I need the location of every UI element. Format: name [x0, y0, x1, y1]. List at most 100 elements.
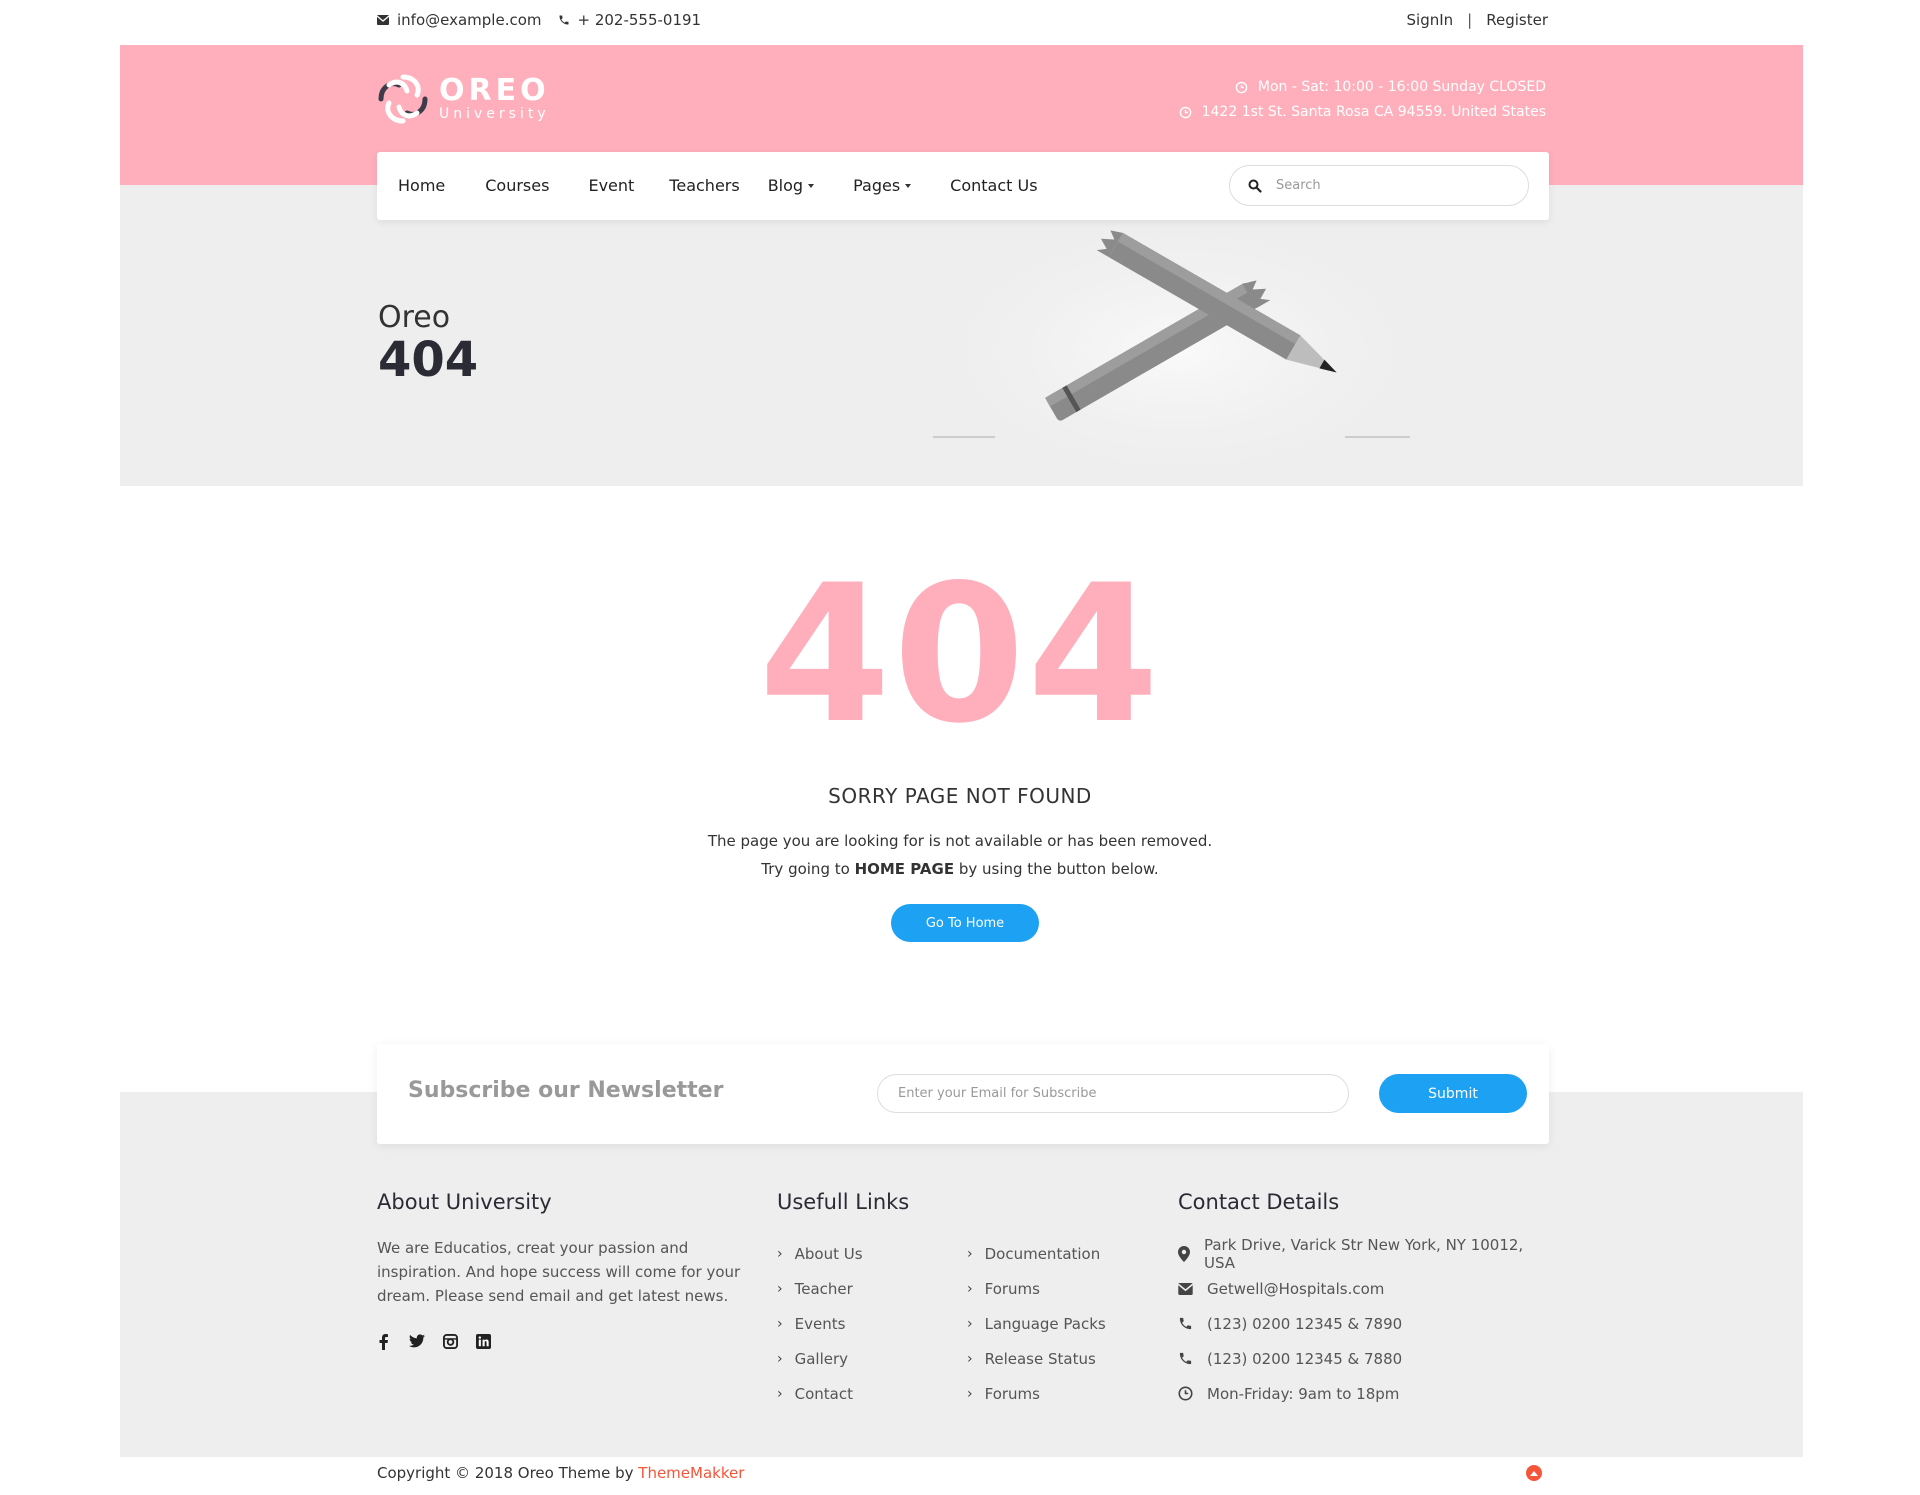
logo-subtitle: University	[439, 106, 550, 122]
error-line-2-post: by using the button below.	[958, 860, 1159, 878]
search-input[interactable]	[1276, 178, 1496, 193]
footer-link-teacher[interactable]: › Teacher	[777, 1271, 967, 1306]
footer-about: About University We are Educatios, creat…	[377, 1190, 757, 1350]
contact-phone-2-text: (123) 0200 12345 & 7880	[1207, 1349, 1403, 1368]
top-phone[interactable]: + 202-555-0191	[558, 11, 702, 29]
copyright-text: Copyright © 2018 Oreo Theme by	[377, 1464, 634, 1482]
hero-title: Oreo 404	[378, 300, 479, 388]
linkedin-icon[interactable]	[476, 1334, 491, 1349]
nav-items: Home Courses Event Teachers Blog Pages C…	[398, 176, 1038, 195]
contact-address-text: Park Drive, Varick Str New York, NY 1001…	[1203, 1235, 1524, 1272]
footer-link-label: Documentation	[984, 1244, 1101, 1263]
search-icon[interactable]	[1248, 179, 1262, 193]
footer-link-gallery[interactable]: › Gallery	[777, 1341, 967, 1376]
hero-subtitle-text: 404	[378, 332, 479, 388]
error-line-2: Try going to HOME PAGE by using the butt…	[0, 855, 1920, 883]
footer-link-language-packs[interactable]: › Language Packs	[967, 1306, 1157, 1341]
logo[interactable]: OREO University	[377, 73, 550, 125]
phone-icon	[1179, 1352, 1192, 1365]
mail-icon	[1178, 1282, 1193, 1295]
auth-links: SignIn | Register	[1407, 11, 1548, 29]
contact-phone-1[interactable]: (123) 0200 12345 & 7890	[1178, 1306, 1558, 1341]
footer-link-forums[interactable]: › Forums	[967, 1271, 1157, 1306]
error-heading: SORRY PAGE NOT FOUND	[828, 784, 1092, 808]
go-to-home-button[interactable]: Go To Home	[891, 904, 1039, 942]
newsletter-submit-button[interactable]: Submit	[1379, 1074, 1527, 1113]
header-address: 1422 1st St. Santa Rosa CA 94559. United…	[1179, 100, 1546, 125]
nav-item-home[interactable]: Home	[398, 176, 445, 195]
contact-email-text: Getwell@Hospitals.com	[1207, 1279, 1385, 1298]
header-info: Mon - Sat: 10:00 - 16:00 Sunday CLOSED 1…	[1179, 75, 1546, 125]
top-email-text: info@example.com	[397, 11, 542, 29]
footer-link-label: Release Status	[984, 1349, 1096, 1368]
top-email[interactable]: info@example.com	[377, 11, 542, 29]
footer-links: Usefull Links › About Us › Teacher › Events…	[777, 1190, 1157, 1411]
chevron-right-icon: ›	[967, 1315, 973, 1332]
opening-hours: Mon - Sat: 10:00 - 16:00 Sunday CLOSED	[1179, 75, 1546, 100]
logo-icon	[378, 74, 428, 124]
chevron-right-icon: ›	[967, 1385, 973, 1402]
footer-link-label: Language Packs	[984, 1314, 1106, 1333]
about-text: We are Educatios, creat your passion and…	[377, 1239, 741, 1305]
chevron-right-icon: ›	[967, 1245, 973, 1262]
nav-item-courses[interactable]: Courses	[485, 176, 549, 195]
nav-item-pages[interactable]: Pages	[853, 176, 912, 195]
contact-email[interactable]: Getwell@Hospitals.com	[1178, 1271, 1558, 1306]
error-line-2-pre: Try going to	[761, 860, 850, 878]
footer-link-label: Gallery	[794, 1349, 849, 1368]
contact-phone-2[interactable]: (123) 0200 12345 & 7880	[1178, 1341, 1558, 1376]
footer-contact: Contact Details Park Drive, Varick Str N…	[1178, 1190, 1558, 1411]
social-links	[377, 1334, 757, 1350]
auth-separator: |	[1467, 11, 1473, 29]
chevron-right-icon: ›	[777, 1385, 783, 1402]
signin-link[interactable]: SignIn	[1407, 11, 1454, 29]
chevron-right-icon: ›	[777, 1280, 783, 1297]
chevron-right-icon: ›	[777, 1245, 783, 1262]
twitter-icon[interactable]	[409, 1334, 425, 1348]
chevron-right-icon: ›	[777, 1315, 783, 1332]
footer-link-label: Forums	[984, 1279, 1040, 1298]
links-column-1: › About Us › Teacher › Events › Gallery › Con…	[777, 1236, 967, 1411]
footer-link-documentation[interactable]: › Documentation	[967, 1236, 1157, 1271]
home-page-emphasis: HOME PAGE	[854, 860, 955, 878]
chevron-right-icon: ›	[967, 1350, 973, 1367]
clock-icon	[1235, 81, 1248, 94]
footer-link-label: Events	[794, 1314, 846, 1333]
newsletter-email-input[interactable]	[877, 1074, 1349, 1113]
footer-link-events[interactable]: › Events	[777, 1306, 967, 1341]
phone-icon	[559, 15, 568, 25]
contact-address: Park Drive, Varick Str New York, NY 1001…	[1178, 1235, 1558, 1272]
contact-phone-1-text: (123) 0200 12345 & 7890	[1207, 1314, 1403, 1333]
nav-item-pages-label: Pages	[853, 176, 901, 195]
footer-link-forums-2[interactable]: › Forums	[967, 1376, 1157, 1411]
clock-icon	[1178, 1386, 1193, 1401]
facebook-icon[interactable]	[377, 1334, 391, 1350]
map-pin-icon	[1178, 1245, 1190, 1262]
nav-item-blog[interactable]: Blog	[768, 176, 815, 195]
arrow-up-icon	[1530, 1471, 1538, 1476]
nav-item-event[interactable]: Event	[588, 176, 634, 195]
top-phone-text: + 202-555-0191	[577, 11, 702, 29]
nav-item-contact[interactable]: Contact Us	[950, 176, 1037, 195]
caret-down-icon	[808, 183, 815, 188]
footer-link-release-status[interactable]: › Release Status	[967, 1341, 1157, 1376]
broken-pencil-illustration	[900, 200, 1460, 486]
links-column-2: › Documentation › Forums › Language Packs ›…	[967, 1236, 1157, 1411]
top-contact: info@example.com + 202-555-0191	[377, 11, 701, 29]
error-code: 404	[758, 544, 1162, 765]
error-description: The page you are looking for is not avai…	[0, 827, 1920, 883]
nav-item-teachers[interactable]: Teachers	[669, 176, 739, 195]
footer-link-label: Teacher	[794, 1279, 853, 1298]
main-navigation: Home Courses Event Teachers Blog Pages C…	[377, 152, 1549, 220]
register-link[interactable]: Register	[1486, 11, 1548, 29]
newsletter-title: Subscribe our Newsletter	[408, 1078, 724, 1103]
instagram-icon[interactable]	[443, 1334, 458, 1349]
back-to-top-button[interactable]	[1526, 1465, 1542, 1481]
footer-link-about-us[interactable]: › About Us	[777, 1236, 967, 1271]
clock-icon	[1179, 106, 1191, 119]
thememakker-link[interactable]: ThemeMakker	[638, 1464, 744, 1482]
header-address-text: 1422 1st St. Santa Rosa CA 94559. United…	[1201, 104, 1546, 120]
hero-title-text: Oreo	[378, 300, 451, 335]
error-line-1: The page you are looking for is not avai…	[707, 832, 1213, 850]
footer-link-contact[interactable]: › Contact	[777, 1376, 967, 1411]
